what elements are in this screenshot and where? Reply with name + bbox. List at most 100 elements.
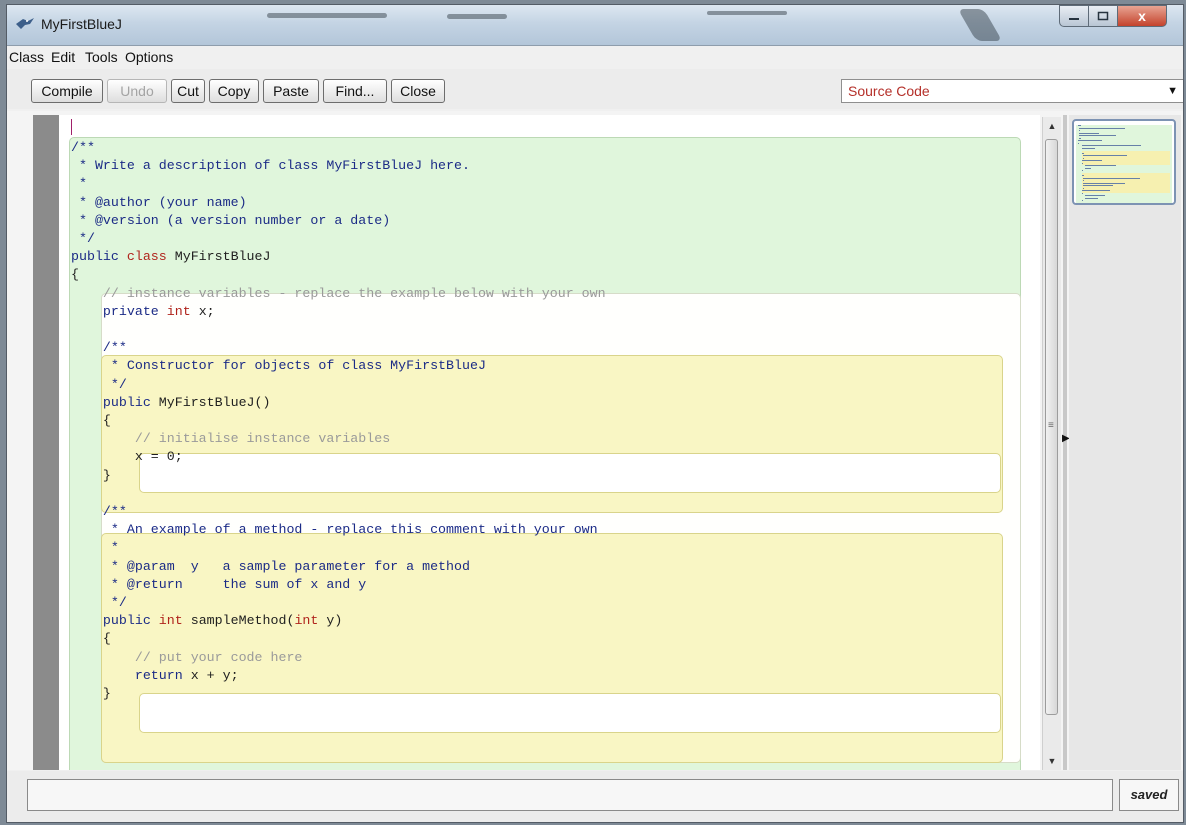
code-line[interactable]: { (71, 266, 79, 284)
code-token: x = 0; (71, 449, 183, 465)
background-streak (957, 9, 1003, 41)
overview-line (1081, 170, 1083, 171)
code-line[interactable]: private int x; (71, 303, 215, 321)
code-line[interactable]: /** (71, 139, 95, 157)
menu-options[interactable]: Options (125, 49, 173, 65)
overview-line (1081, 192, 1083, 194)
overview-line (1078, 142, 1079, 144)
menu-class[interactable]: Class (9, 49, 44, 65)
background-streak (447, 14, 507, 19)
title-bar[interactable]: MyFirstBlueJ x (7, 5, 1183, 46)
undo-button[interactable]: Undo (107, 79, 167, 103)
code-line[interactable]: * @param y a sample parameter for a meth… (71, 558, 470, 576)
code-token: * (71, 176, 87, 192)
code-line[interactable]: } (71, 467, 111, 485)
code-line[interactable]: // put your code here (71, 649, 303, 667)
overview-line (1082, 180, 1084, 181)
overview-line (1078, 125, 1081, 126)
code-token: /** (71, 504, 127, 519)
scroll-up-icon[interactable]: ▲ (1044, 117, 1060, 135)
code-line[interactable]: { (71, 630, 111, 648)
code-line[interactable]: * @version (a version number or a date) (71, 212, 390, 230)
code-token: */ (71, 376, 127, 392)
close-button[interactable]: Close (391, 79, 445, 103)
code-line[interactable]: } (71, 685, 111, 703)
maximize-button[interactable] (1088, 5, 1118, 27)
menu-tools[interactable]: Tools (85, 49, 118, 65)
line-gutter[interactable] (33, 115, 59, 770)
minimize-button[interactable] (1059, 5, 1089, 27)
overview-line (1082, 157, 1085, 159)
overview-line (1082, 177, 1141, 179)
status-bar: saved (7, 771, 1183, 822)
code-line[interactable]: /** (71, 339, 127, 357)
code-line[interactable]: * (71, 175, 87, 193)
code-token: private (71, 303, 167, 319)
code-line[interactable]: * Write a description of class MyFirstBl… (71, 157, 470, 175)
overview-viewport[interactable] (1072, 119, 1176, 205)
editor-frame: /** * Write a description of class MyFir… (7, 111, 1183, 770)
method-body-scope (139, 693, 1001, 733)
paste-button[interactable]: Paste (263, 79, 319, 103)
code-token: return (71, 667, 183, 683)
overview-line (1078, 137, 1081, 139)
code-line[interactable]: * @author (your name) (71, 194, 247, 212)
code-line[interactable]: public int sampleMethod(int y) (71, 612, 342, 630)
code-token: x; (190, 303, 215, 319)
close-icon: x (1138, 8, 1146, 24)
code-line[interactable]: */ (71, 376, 127, 394)
overview-line (1085, 165, 1116, 166)
code-line[interactable]: */ (71, 230, 95, 248)
code-line[interactable]: { (71, 412, 111, 430)
code-token: * @return the sum of x and y (71, 576, 367, 592)
overview-line (1085, 197, 1098, 199)
compile-button[interactable]: Compile (31, 79, 103, 103)
code-token: class (126, 249, 167, 265)
find-button[interactable]: Find... (323, 79, 387, 103)
code-token: */ (71, 231, 95, 246)
code-token: { (71, 267, 79, 283)
overview-line (1078, 127, 1126, 129)
code-line[interactable]: public class MyFirstBlueJ (71, 248, 271, 266)
code-line[interactable]: // initialise instance variables (71, 430, 390, 448)
code-token: * @param y a sample parameter for a meth… (71, 558, 470, 574)
code-line[interactable]: * @return the sum of x and y (71, 576, 366, 594)
overview-line (1078, 140, 1102, 141)
overview-line (1078, 130, 1080, 131)
code-token: public (71, 249, 127, 265)
code-token: /** (71, 340, 127, 356)
overview-line (1081, 175, 1085, 176)
overview-line (1082, 155, 1128, 156)
code-editor[interactable]: /** * Write a description of class MyFir… (59, 115, 1040, 770)
code-line[interactable]: * (71, 539, 119, 557)
grip-icon: ≡ (1048, 420, 1054, 431)
cut-button[interactable]: Cut (171, 79, 205, 103)
chevron-down-icon: ▼ (1167, 85, 1178, 97)
code-line[interactable]: return x + y; (71, 667, 239, 685)
scroll-thumb[interactable]: ≡ (1045, 139, 1058, 715)
code-token: // put your code here (71, 649, 303, 665)
code-line[interactable]: * An example of a method - replace this … (71, 521, 598, 539)
overview-line (1081, 162, 1083, 164)
vertical-scrollbar[interactable]: ▲ ≡ ▼ (1042, 117, 1061, 770)
code-line[interactable]: /** (71, 503, 127, 521)
overview-line (1081, 190, 1111, 191)
code-line[interactable]: x = 0; (71, 448, 183, 466)
code-token: int (158, 613, 183, 629)
code-line[interactable]: * Constructor for objects of class MyFir… (71, 357, 486, 375)
overview-line (1078, 135, 1116, 136)
close-window-button[interactable]: x (1117, 5, 1167, 27)
menu-edit[interactable]: Edit (51, 49, 75, 65)
code-line[interactable]: public MyFirstBlueJ() (71, 394, 271, 412)
constructor-body-scope (139, 453, 1001, 493)
code-token: /** (71, 140, 95, 155)
code-token: * @author (your name) (71, 194, 247, 210)
scroll-down-icon[interactable]: ▼ (1044, 752, 1060, 770)
code-token: { (71, 631, 111, 647)
code-overview[interactable] (1069, 115, 1181, 770)
code-token: MyFirstBlueJ() (150, 394, 271, 410)
view-select[interactable]: Source Code ▼ (841, 79, 1183, 103)
code-line[interactable]: */ (71, 594, 127, 612)
code-line[interactable]: // instance variables - replace the exam… (71, 285, 606, 303)
copy-button[interactable]: Copy (209, 79, 259, 103)
